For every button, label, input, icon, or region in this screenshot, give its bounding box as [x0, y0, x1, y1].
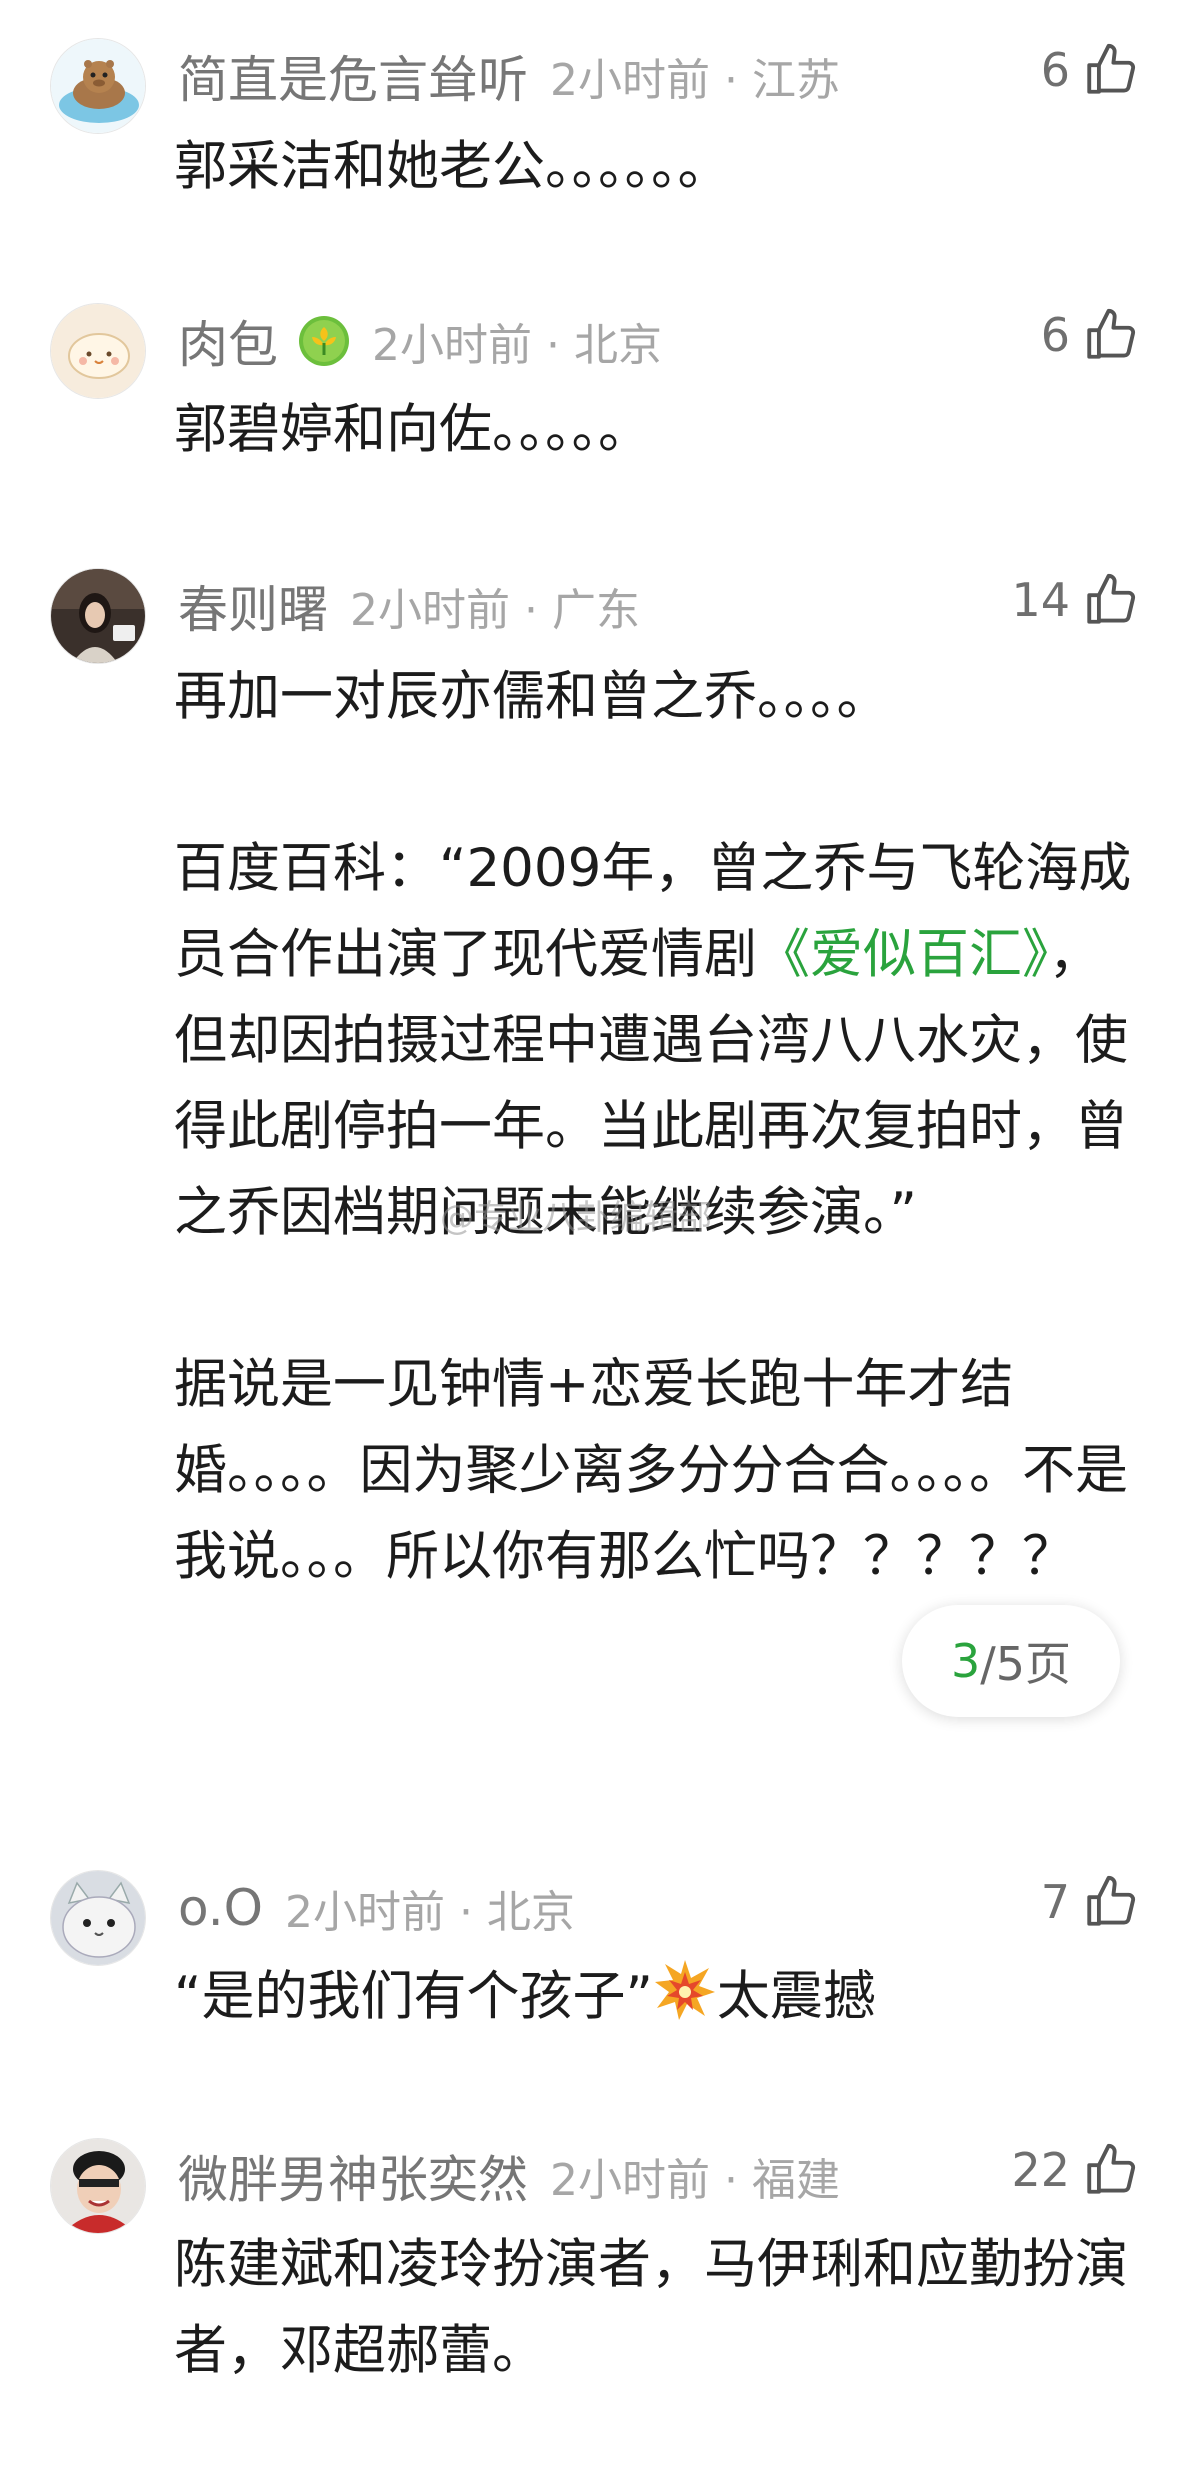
comment-paragraph: “是的我们有个孩子” 太震撼: [174, 1954, 1134, 2040]
comment-meta: 肉包 2小时前 · 北京: [178, 301, 662, 381]
avatar[interactable]: [50, 38, 146, 134]
comment-text: 郭碧婷和向佐。。。。。: [174, 387, 1134, 473]
username[interactable]: 简直是危言耸听: [178, 40, 528, 112]
comment-paragraph: 据说是一见钟情+恋爱长跑十年才结婚。。。。因为聚少离多分分合合。。。。不是我说。…: [174, 1354, 1128, 1587]
cat-avatar-icon: [51, 1871, 145, 1965]
like-button[interactable]: 14: [1011, 560, 1140, 640]
time-location: 2小时前 · 福建: [550, 2155, 840, 2206]
comment-text-before: “是的我们有个孩子”: [174, 1966, 653, 2027]
comment-paragraph: 郭采洁和她老公。。。。。。: [174, 136, 731, 197]
like-button[interactable]: 22: [1011, 2130, 1140, 2210]
like-button[interactable]: 7: [1041, 1862, 1140, 1942]
comment-paragraph: 郭碧婷和向佐。。。。。: [174, 399, 651, 460]
avatar[interactable]: [50, 568, 146, 664]
like-count: 7: [1040, 1875, 1070, 1929]
thumbs-up-icon: [1087, 573, 1136, 624]
thumbs-up-icon: [1087, 43, 1136, 94]
time-location: 2小时前 · 北京: [284, 1887, 575, 1938]
comment-meta: 春则曙 2小时前 · 广东: [178, 566, 640, 646]
thumbs-up-icon: [1087, 2143, 1136, 2194]
like-button[interactable]: 6: [1041, 30, 1140, 110]
comment-paragraph: 陈建斌和凌玲扮演者，马伊琍和应勤扮演者，邓超郝蕾。: [174, 2234, 1128, 2381]
comment-meta: o.O 2小时前 · 北京: [178, 1868, 575, 1948]
thumbs-up-icon: [1087, 308, 1136, 359]
comment-text-after: 太震撼: [716, 1966, 876, 2027]
time-location: 2小时前 · 北京: [372, 320, 662, 371]
like-count: 14: [1011, 573, 1070, 627]
like-count: 6: [1040, 308, 1070, 362]
comment-meta: 微胖男神张奕然 2小时前 · 福建: [178, 2136, 840, 2216]
username[interactable]: 肉包: [178, 305, 278, 377]
watermark: @专业八卦编辑部: [440, 1198, 712, 1238]
comment-text: 陈建斌和凌玲扮演者，马伊琍和应勤扮演者，邓超郝蕾。: [174, 2222, 1134, 2394]
collision-emoji-icon: [654, 1960, 715, 2020]
avatar[interactable]: [50, 303, 146, 399]
comment-text: 郭采洁和她老公。。。。。。: [174, 124, 1134, 210]
time-location: 2小时前 · 广东: [350, 585, 640, 636]
selfie-avatar-icon: [51, 2139, 145, 2233]
page-current: 3: [950, 1634, 981, 1688]
bun-avatar-icon: [51, 304, 145, 398]
page-indicator[interactable]: 3/5页: [902, 1605, 1120, 1717]
flower-badge-icon: [299, 316, 349, 366]
time-location: 2小时前 · 江苏: [550, 55, 840, 106]
like-count: 6: [1040, 43, 1070, 97]
username[interactable]: 微胖男神张奕然: [178, 2140, 528, 2212]
comment-text: “是的我们有个孩子” 太震撼: [174, 1954, 1134, 2040]
photo-avatar-icon: [51, 569, 145, 663]
thumbs-up-icon: [1087, 1875, 1136, 1926]
comment-meta: 简直是危言耸听 2小时前 · 江苏: [178, 36, 840, 116]
page-total: /5页: [980, 1637, 1072, 1691]
comment-paragraph: 再加一对辰亦儒和曾之乔。。。。: [174, 666, 890, 727]
avatar[interactable]: [50, 1870, 146, 1966]
like-count: 22: [1011, 2143, 1070, 2197]
like-button[interactable]: 6: [1041, 295, 1140, 375]
capybara-avatar-icon: [51, 39, 145, 133]
username[interactable]: o.O: [178, 1879, 263, 1937]
username[interactable]: 春则曙: [178, 570, 328, 642]
comment-text: 再加一对辰亦儒和曾之乔。。。。 百度百科：“2009年，曾之乔与飞轮海成员合作出…: [174, 654, 1134, 1600]
drama-link[interactable]: 《爱似百汇》: [757, 924, 1049, 985]
avatar[interactable]: [50, 2138, 146, 2234]
